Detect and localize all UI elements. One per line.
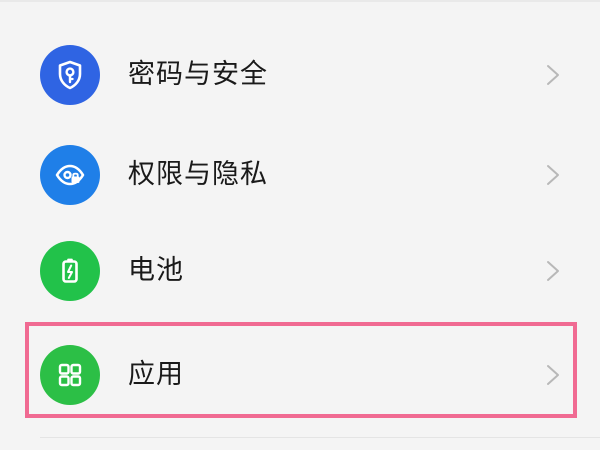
settings-item-apps[interactable]: 应用 [0,325,600,425]
settings-item-label: 电池 [128,255,184,286]
settings-list: 密码与安全 权限与隐私 电池 应用 [0,0,600,450]
battery-icon [40,241,100,301]
chevron-right-icon [543,259,563,283]
shield-key-icon [40,45,100,105]
chevron-right-icon [543,163,563,187]
settings-item-label: 应用 [128,359,184,390]
settings-item-battery[interactable]: 电池 [0,221,600,321]
settings-item-password-security[interactable]: 密码与安全 [0,25,600,125]
grid-icon [40,345,100,405]
settings-item-permissions-privacy[interactable]: 权限与隐私 [0,125,600,225]
settings-item-label: 权限与隐私 [128,159,268,190]
eye-lock-icon [40,145,100,205]
chevron-right-icon [543,363,563,387]
bottom-divider [40,437,600,438]
settings-item-label: 密码与安全 [128,59,268,90]
chevron-right-icon [543,63,563,87]
settings-screen: 密码与安全 权限与隐私 电池 应用 [0,0,600,450]
